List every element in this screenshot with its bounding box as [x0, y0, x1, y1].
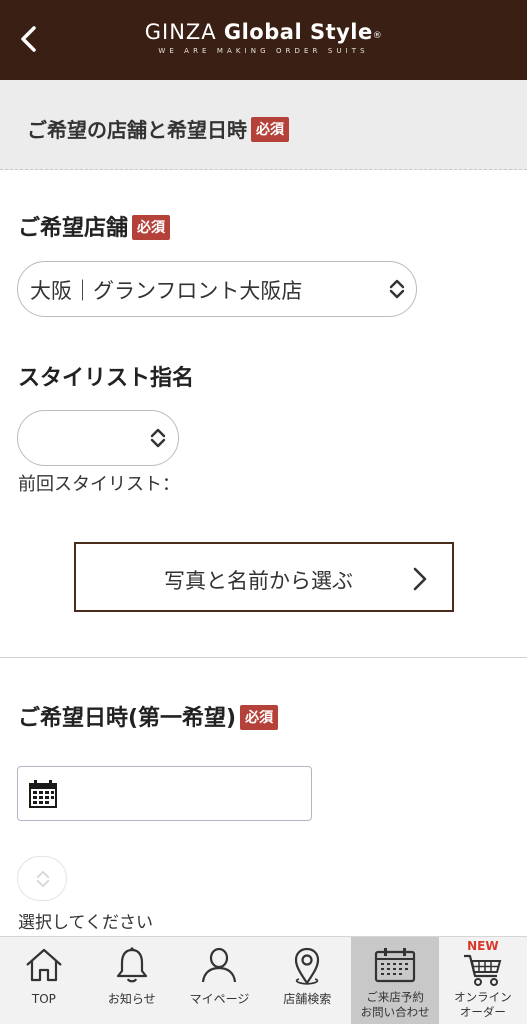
store-select[interactable]: 大阪｜グランフロント大阪店: [17, 261, 417, 317]
calendar-icon: [29, 780, 57, 808]
home-icon: [26, 948, 62, 982]
required-badge: 必須: [240, 705, 279, 730]
previous-stylist-text: 前回スタイリスト：: [18, 474, 180, 495]
nav-item-online-order[interactable]: NEW オンライン オーダー: [439, 937, 527, 1024]
nav-label-reservation: ご来店予約 お問い合わせ: [360, 990, 430, 1019]
date-input[interactable]: [17, 766, 312, 821]
brand-logo: GINZA Global Style® WE ARE MAKING ORDER …: [0, 20, 527, 55]
time-select-hint: 選択してください: [18, 913, 153, 933]
section-header: ご希望の店舗と希望日時 必須: [0, 80, 527, 170]
nav-item-store-search[interactable]: 店舗検索: [263, 937, 351, 1024]
calendar-icon: [374, 948, 416, 983]
reservation-page: GINZA Global Style® WE ARE MAKING ORDER …: [0, 0, 527, 1024]
nav-item-news[interactable]: お知らせ: [88, 937, 176, 1024]
time-select[interactable]: [17, 856, 67, 901]
map-pin-icon: [295, 947, 320, 985]
cart-icon: [463, 954, 502, 986]
first-choice-label: ご希望日時(第一希望) 必須: [18, 700, 279, 732]
stylist-select[interactable]: [17, 410, 179, 466]
section-divider: [0, 657, 527, 658]
nav-item-mypage[interactable]: マイページ: [176, 937, 264, 1024]
nav-label-mypage: マイページ: [189, 992, 250, 1006]
bottom-navigation: TOP お知らせ マイページ 店舗検索 ご来店予約 お問い合わせ NEW オンラ…: [0, 936, 527, 1024]
chevron-right-icon: [413, 567, 427, 591]
updown-chevron-icon: [150, 428, 166, 448]
section-title: ご希望の店舗と希望日時 必須: [27, 114, 289, 143]
required-badge: 必須: [251, 117, 289, 142]
bell-icon: [116, 947, 147, 983]
nav-label-store-search: 店舗検索: [283, 992, 332, 1006]
updown-chevron-icon: [389, 279, 405, 299]
choose-by-photo-button[interactable]: 写真と名前から選ぶ: [74, 542, 454, 612]
required-badge: 必須: [132, 215, 171, 240]
updown-chevron-icon: [36, 870, 50, 887]
nav-label-online-order: オンライン オーダー: [454, 990, 512, 1019]
stylist-label: スタイリスト指名: [18, 366, 195, 391]
store-select-value: 大阪｜グランフロント大阪店: [30, 279, 303, 303]
nav-item-top[interactable]: TOP: [0, 937, 88, 1024]
store-label: ご希望店舗 必須: [18, 210, 171, 242]
nav-label-top: TOP: [31, 992, 56, 1006]
choose-by-photo-label: 写真と名前から選ぶ: [164, 569, 353, 593]
nav-label-news: お知らせ: [107, 992, 156, 1006]
brand-tagline: WE ARE MAKING ORDER SUITS: [158, 47, 369, 55]
app-header: GINZA Global Style® WE ARE MAKING ORDER …: [0, 0, 527, 80]
new-badge: NEW: [467, 939, 499, 953]
person-icon: [202, 947, 237, 983]
nav-item-reservation[interactable]: ご来店予約 お問い合わせ: [351, 937, 439, 1024]
